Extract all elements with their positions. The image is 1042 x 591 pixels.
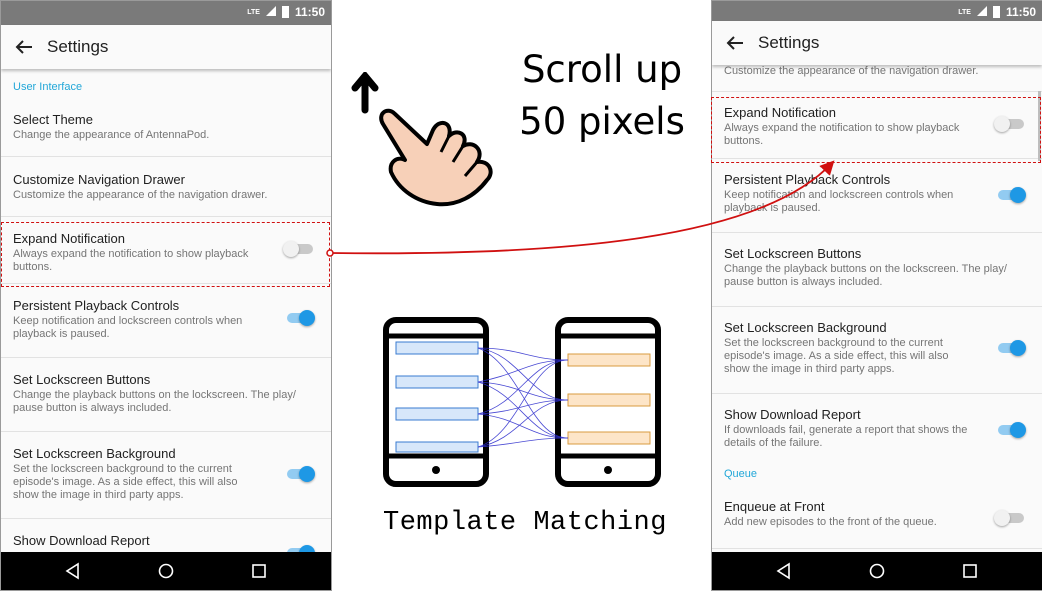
match-arrow <box>326 160 835 257</box>
